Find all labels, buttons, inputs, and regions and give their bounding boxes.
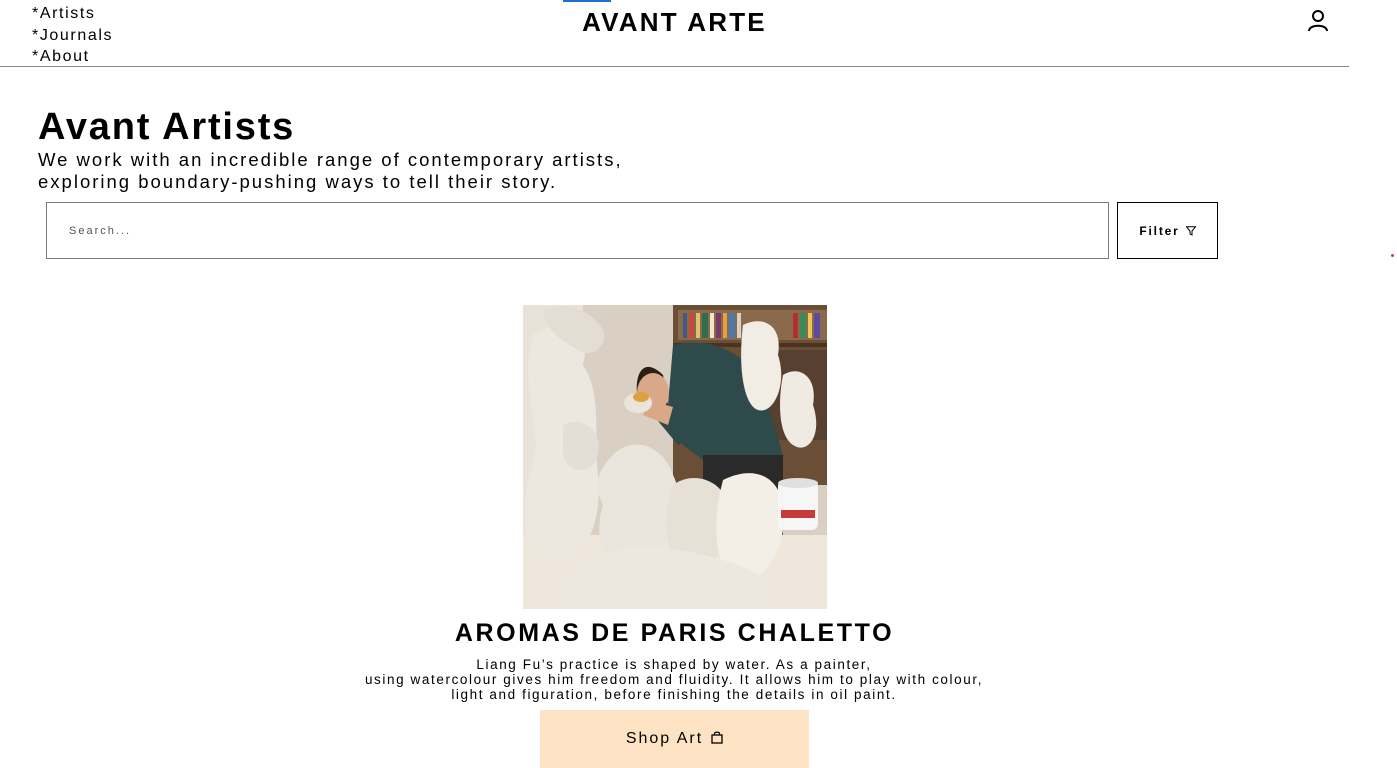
active-tab-indicator [563,0,611,2]
site-header: *Artists *Journals *About AVANT ARTE [0,0,1349,67]
nav-journals[interactable]: *Journals [32,25,113,47]
artist-name: AROMAS DE PARIS CHALETTO [454,619,895,647]
description-line: Liang Fu’s practice is shaped by water. … [476,657,872,672]
user-icon [1308,10,1328,32]
page-subtitle: We work with an incredible range of cont… [38,149,678,193]
filter-label: Filter [1139,223,1180,238]
artist-studio-photo [523,305,827,609]
page-title: Avant Artists [38,106,296,148]
shopping-bag-icon [711,731,723,744]
filter-icon [1185,225,1196,236]
search-input[interactable] [47,203,1108,258]
page: *Artists *Journals *About AVANT ARTE Ava… [0,0,1397,768]
filter-button[interactable]: Filter [1117,202,1218,259]
shop-art-button[interactable]: Shop Art [540,710,809,768]
main-nav: *Artists *Journals *About [32,3,113,68]
description-line: light and figuration, before finishing t… [451,687,897,702]
nav-artists[interactable]: *Artists [32,3,113,25]
intro-section: Avant Artists We work with an incredible… [38,105,678,193]
artist-description: Liang Fu’s practice is shaped by water. … [324,657,1024,702]
brand-logo[interactable]: AVANT ARTE [525,7,825,38]
user-account-button[interactable] [1305,7,1331,33]
description-line: using watercolour gives him freedom and … [364,672,984,687]
shop-art-label: Shop Art [625,730,704,747]
search-box [46,202,1109,259]
artist-image[interactable] [523,305,827,609]
decorative-dot [1391,254,1394,257]
subtitle-line: We work with an incredible range of cont… [38,149,623,170]
subtitle-line: exploring boundary-pushing ways to tell … [38,171,558,192]
nav-about[interactable]: *About [32,46,113,68]
